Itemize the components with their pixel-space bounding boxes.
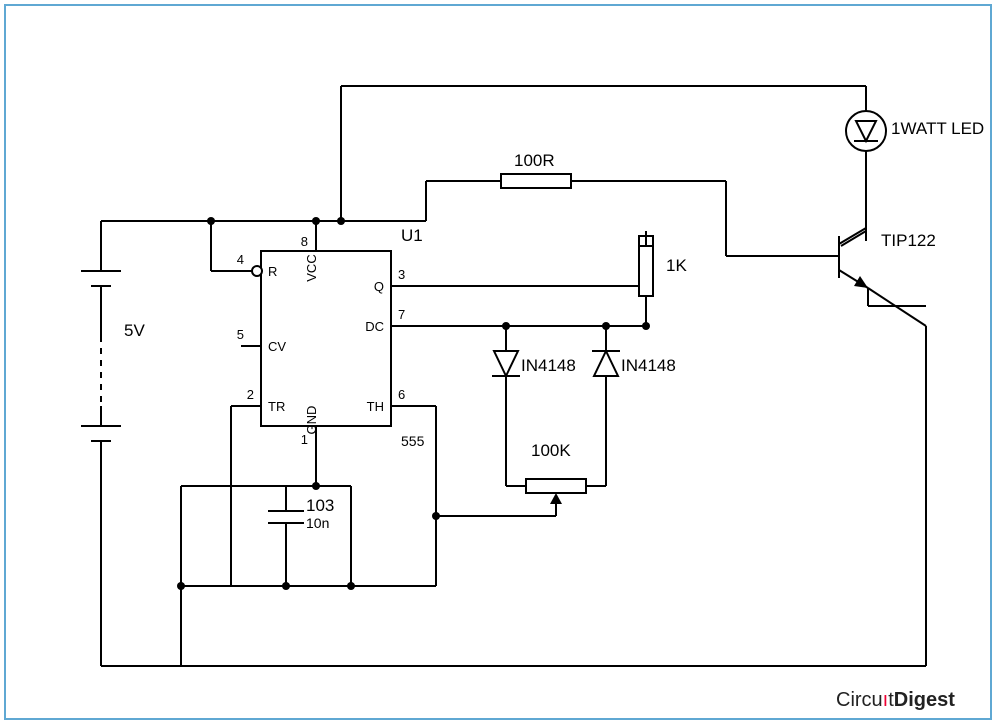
svg-text:3: 3 — [398, 267, 405, 282]
diode-d2-label: IN4148 — [621, 356, 676, 375]
svg-text:7: 7 — [398, 307, 405, 322]
svg-text:VCC: VCC — [304, 254, 319, 281]
svg-text:2: 2 — [247, 387, 254, 402]
svg-text:TR: TR — [268, 399, 285, 414]
svg-text:DC: DC — [365, 319, 384, 334]
pot-label: 100K — [531, 441, 571, 460]
led-1w — [846, 86, 886, 221]
svg-text:Q: Q — [374, 279, 384, 294]
svg-text:8: 8 — [301, 234, 308, 249]
diode-d2 — [592, 326, 620, 416]
resistor-100r-label: 100R — [514, 151, 555, 170]
svg-text:R: R — [268, 264, 277, 279]
svg-text:TH: TH — [367, 399, 384, 414]
svg-text:CV: CV — [268, 339, 286, 354]
battery-label: 5V — [124, 321, 145, 340]
brand-logo: CircuıtDigest — [836, 689, 955, 711]
cap-value: 10n — [306, 515, 329, 531]
svg-text:5: 5 — [237, 327, 244, 342]
svg-text:6: 6 — [398, 387, 405, 402]
ic-ref: U1 — [401, 226, 423, 245]
ic-part: 555 — [401, 433, 425, 449]
ic-555: R 4 CV 5 TR 2 VCC 8 GND 1 Q 3 DC 7 TH 6 — [231, 234, 466, 456]
potentiometer-100k — [526, 479, 586, 516]
resistor-1k-label: 1K — [666, 256, 687, 275]
svg-text:1: 1 — [301, 432, 308, 447]
capacitor-103 — [268, 486, 304, 586]
svg-text:4: 4 — [237, 252, 244, 267]
diode-d1-label: IN4148 — [521, 356, 576, 375]
resistor-100r — [501, 174, 571, 188]
transistor-label: TIP122 — [881, 231, 936, 250]
diode-d1 — [492, 326, 520, 416]
battery-5v — [81, 221, 121, 666]
schematic-canvas: 5V R 4 CV 5 TR 2 VCC 8 GND 1 Q — [6, 6, 990, 718]
transistor-tip122 — [821, 221, 926, 666]
led-label: 1WATT LED — [891, 119, 984, 138]
cap-code: 103 — [306, 496, 334, 515]
